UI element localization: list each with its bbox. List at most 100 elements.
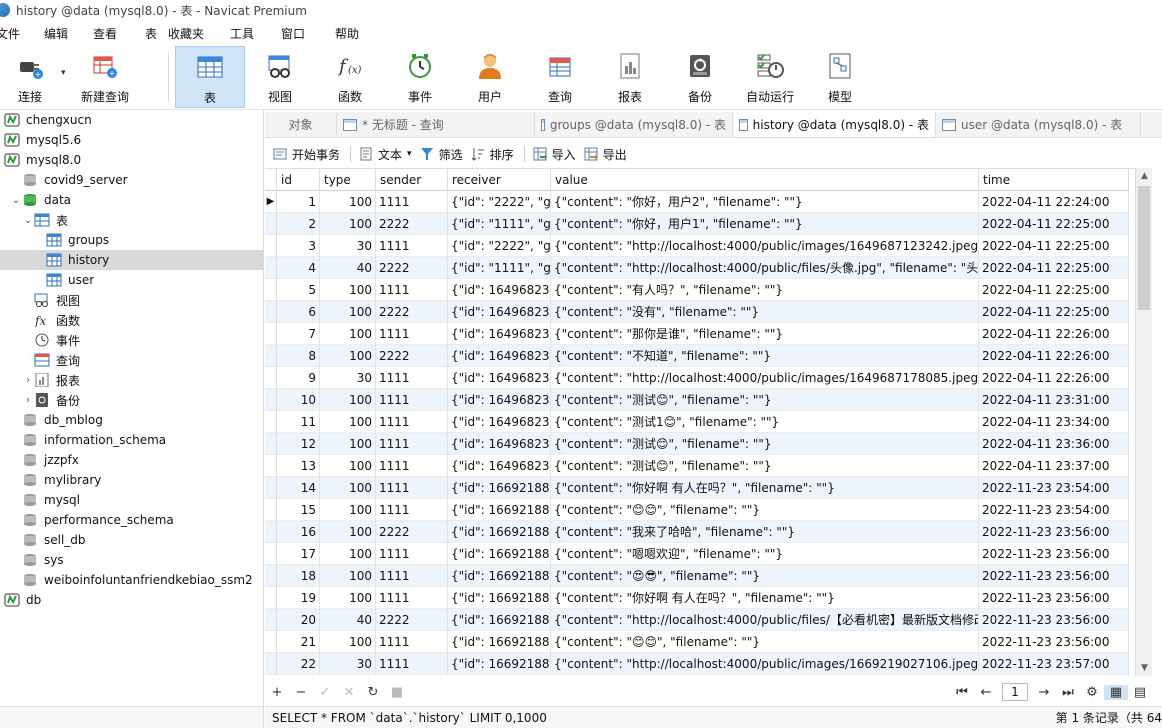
menu-item-5[interactable]: 工具 <box>230 25 254 42</box>
toolbar-report-button[interactable]: 报表 <box>595 46 665 108</box>
toolbar-new-query-button[interactable]: + 新建查询 <box>70 46 140 108</box>
row-marker[interactable] <box>265 455 277 477</box>
cell-time[interactable]: 2022-04-11 22:25:00 <box>979 257 1129 279</box>
cell-receiver[interactable]: {"id": 1669218865 <box>448 565 551 587</box>
cell-sender[interactable]: 2222 <box>376 213 448 235</box>
cell-type[interactable]: 100 <box>320 411 376 433</box>
menu-item-2[interactable]: 查看 <box>93 25 117 42</box>
cell-type[interactable]: 100 <box>320 191 376 213</box>
tree-item-user-8[interactable]: user <box>0 270 264 290</box>
row-marker[interactable] <box>265 389 277 411</box>
refresh-icon[interactable]: ↻ <box>361 685 385 700</box>
tree-item-data-4[interactable]: ⌄ data <box>0 190 264 210</box>
toolbar-function-button[interactable]: f (x) 函数 <box>315 46 385 108</box>
cell-value[interactable]: {"content": "测试1😊", "filename": ""} <box>551 411 979 433</box>
tree-item-mysql80-2[interactable]: mysql8.0 <box>0 150 264 170</box>
menu-item-4[interactable]: 收藏夹 <box>168 25 204 42</box>
row-marker[interactable] <box>265 499 277 521</box>
row-marker[interactable] <box>265 565 277 587</box>
cell-time[interactable]: 2022-04-11 23:36:00 <box>979 433 1129 455</box>
cell-time[interactable]: 2022-11-23 23:56:00 <box>979 587 1129 609</box>
gear-icon[interactable]: ⚙ <box>1080 685 1104 700</box>
cell-id[interactable]: 14 <box>277 477 320 499</box>
table-row[interactable]: 22301111{"id": 1669218865{"content": "ht… <box>265 653 1129 675</box>
chevron-right-icon[interactable]: › <box>22 395 34 406</box>
menu-item-3[interactable]: 表 <box>145 25 157 42</box>
cell-sender[interactable]: 1111 <box>376 279 448 301</box>
cell-receiver[interactable]: {"id": 1649682319 <box>448 455 551 477</box>
tree-item-groups-6[interactable]: groups <box>0 230 264 250</box>
toolbar-plug-button[interactable]: + 连接 <box>0 46 65 108</box>
cell-sender[interactable]: 2222 <box>376 609 448 631</box>
cell-type[interactable]: 100 <box>320 543 376 565</box>
cell-time[interactable]: 2022-11-23 23:54:00 <box>979 477 1129 499</box>
chevron-right-icon[interactable]: › <box>22 375 34 386</box>
cell-receiver[interactable]: {"id": 1669218865 <box>448 587 551 609</box>
cell-sender[interactable]: 1111 <box>376 389 448 411</box>
table-row[interactable]: 4 40 2222 {"id": "1111", "grc {"content": "h… <box>265 257 1129 279</box>
cell-receiver[interactable]: {"id": "1111", "grc <box>448 257 551 279</box>
cell-value[interactable]: {"content": "😊😊", "filename": ""} <box>551 499 979 521</box>
cell-receiver[interactable]: {"id": 1649682319 <box>448 323 551 345</box>
cell-receiver[interactable]: {"id": 1649682319 <box>448 301 551 323</box>
table-row[interactable]: 101001111{"id": 1649682319{"content": "测… <box>265 389 1129 411</box>
row-marker[interactable] <box>265 279 277 301</box>
tab-3[interactable]: history @data (mysql8.0) - 表 <box>733 112 936 137</box>
cell-value[interactable]: {"content": "http://localhost:4000/publi… <box>551 257 979 279</box>
scroll-down-icon[interactable]: ▼ <box>1136 660 1153 676</box>
cell-sender[interactable]: 1111 <box>376 323 448 345</box>
import-button[interactable]: 导入 <box>533 146 576 163</box>
delete-record-icon[interactable]: − <box>289 685 313 700</box>
tree-item--13[interactable]: › 报表 <box>0 370 264 390</box>
cell-type[interactable]: 40 <box>320 609 376 631</box>
row-marker[interactable] <box>265 213 277 235</box>
cell-receiver[interactable]: {"id": 1669218865 <box>448 499 551 521</box>
toolbar-query-button[interactable]: 查询 <box>525 46 595 108</box>
cell-value[interactable]: {"content": "😍😎", "filename": ""} <box>551 565 979 587</box>
cell-time[interactable]: 2022-04-11 22:25:00 <box>979 279 1129 301</box>
cell-type[interactable]: 100 <box>320 455 376 477</box>
cell-value[interactable]: {"content": "你好啊 有人在吗？", "filename": ""} <box>551 477 979 499</box>
tree-item--12[interactable]: 查询 <box>0 350 264 370</box>
cell-receiver[interactable]: {"id": 1669218865 <box>448 631 551 653</box>
current-row-marker-icon[interactable]: ▶ <box>265 191 277 213</box>
cell-id[interactable]: 22 <box>277 653 320 675</box>
cell-type[interactable]: 100 <box>320 631 376 653</box>
last-page-icon[interactable]: ⏭ <box>1056 685 1080 700</box>
tab-1[interactable]: * 无标题 - 查询 <box>337 112 535 137</box>
row-marker[interactable] <box>265 257 277 279</box>
cell-value[interactable]: {"content": "那你是谁", "filename": ""} <box>551 323 979 345</box>
discard-changes-icon[interactable]: ✕ <box>337 685 361 700</box>
apply-changes-icon[interactable]: ✓ <box>313 685 337 700</box>
tree-item-history-7[interactable]: history <box>0 250 264 270</box>
cell-sender[interactable]: 1111 <box>376 587 448 609</box>
row-marker[interactable] <box>265 587 277 609</box>
table-row[interactable]: ▶ 1 100 1111 {"id": "2222", "grc {"content": … <box>265 191 1129 213</box>
table-row[interactable]: 51001111{"id": 1649682319{"content": "有人… <box>265 279 1129 301</box>
column-header-id[interactable]: id <box>277 169 320 191</box>
page-number-input[interactable]: 1 <box>1002 683 1028 701</box>
cell-sender[interactable]: 2222 <box>376 301 448 323</box>
export-button[interactable]: 导出 <box>584 146 627 163</box>
cell-type[interactable]: 100 <box>320 389 376 411</box>
tree-item-jzzpfx-17[interactable]: jzzpfx <box>0 450 264 470</box>
cell-value[interactable]: {"content": "😊😊", "filename": ""} <box>551 631 979 653</box>
cell-receiver[interactable]: {"id": 1649682319 <box>448 411 551 433</box>
tree-item-mysql-19[interactable]: mysql <box>0 490 264 510</box>
tree-item-mysql56-1[interactable]: mysql5.6 <box>0 130 264 150</box>
table-row[interactable]: 81002222{"id": 1649682319{"content": "不知… <box>265 345 1129 367</box>
row-marker[interactable] <box>265 367 277 389</box>
cell-value[interactable]: {"content": "有人吗？", "filename": ""} <box>551 279 979 301</box>
row-marker[interactable] <box>265 301 277 323</box>
cell-receiver[interactable]: {"id": 1669218865 <box>448 543 551 565</box>
cell-value[interactable]: {"content": "我来了哈哈", "filename": ""} <box>551 521 979 543</box>
tree-item-mylibrary-18[interactable]: mylibrary <box>0 470 264 490</box>
cell-receiver[interactable]: {"id": 1649682319 <box>448 389 551 411</box>
cell-id[interactable]: 15 <box>277 499 320 521</box>
scroll-up-icon[interactable]: ▲ <box>1136 168 1153 184</box>
cell-time[interactable]: 2022-11-23 23:56:00 <box>979 543 1129 565</box>
cell-type[interactable]: 100 <box>320 301 376 323</box>
cell-id[interactable]: 16 <box>277 521 320 543</box>
scroll-thumb[interactable] <box>1138 186 1150 310</box>
table-row[interactable]: 211001111{"id": 1669218865{"content": "😊… <box>265 631 1129 653</box>
